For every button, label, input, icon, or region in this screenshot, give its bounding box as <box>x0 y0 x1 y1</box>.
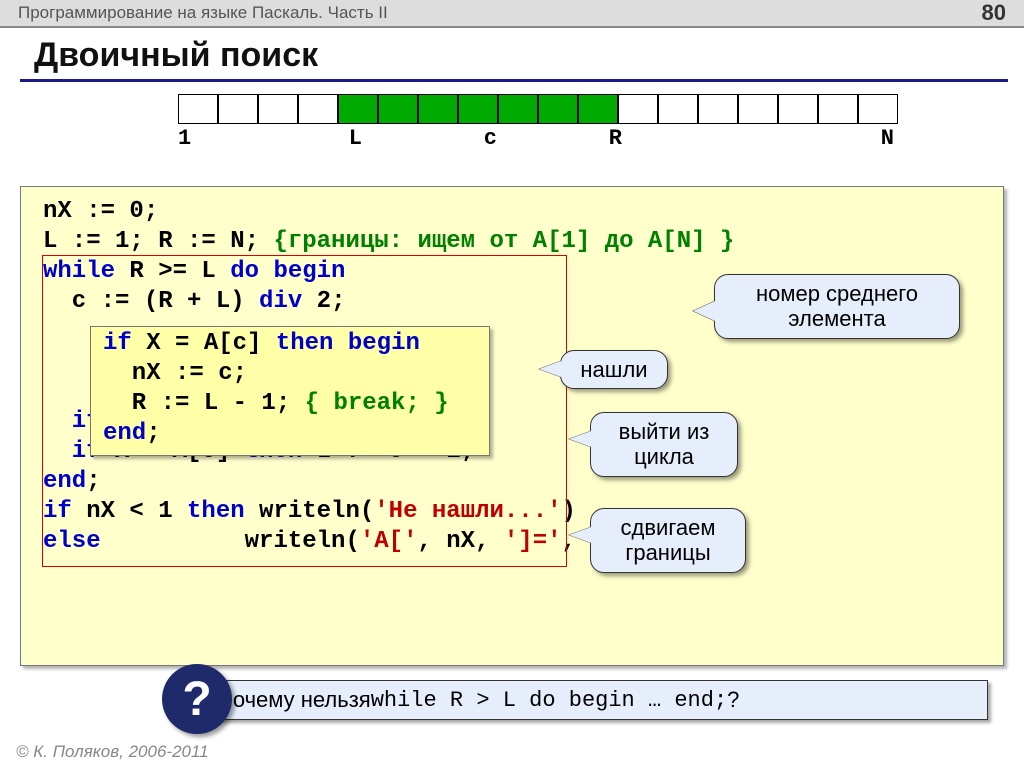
header-bar: Программирование на языке Паскаль. Часть… <box>0 0 1024 28</box>
array-cell <box>498 94 538 124</box>
callout-break: выйти из цикла <box>590 412 738 477</box>
array-cell <box>218 94 258 124</box>
array-cell <box>618 94 658 124</box>
label-R: R <box>497 126 622 151</box>
question-mark-icon: ? <box>162 664 232 734</box>
array-cell <box>538 94 578 124</box>
array-cell <box>578 94 618 124</box>
callout-middle-element: номер среднего элемента <box>714 274 960 339</box>
array-diagram: 1 L c R N <box>178 94 1024 151</box>
array-cell <box>858 94 898 124</box>
inner-code-block: if X = A[c] then begin nX := c; R := L -… <box>90 326 490 456</box>
array-cell <box>458 94 498 124</box>
array-cell <box>778 94 818 124</box>
header-left: Программирование на языке Паскаль. Часть… <box>18 3 388 23</box>
callout-bounds: сдвигаем границы <box>590 508 746 573</box>
footer-copyright: © К. Поляков, 2006-2011 <box>16 742 209 762</box>
question-code: while R > L do begin … end; <box>371 688 727 713</box>
question-bar: Почему нельзя while R > L do begin … end… <box>196 680 988 720</box>
array-cell <box>738 94 778 124</box>
question-pre: Почему нельзя <box>217 687 371 713</box>
array-cell <box>338 94 378 124</box>
label-c: c <box>362 126 497 151</box>
array-cell <box>698 94 738 124</box>
page-title: Двоичный поиск <box>34 36 1024 75</box>
label-L: L <box>204 126 362 151</box>
question-post: ? <box>727 687 739 713</box>
page-number: 80 <box>982 0 1006 26</box>
callout-found: нашли <box>560 350 668 389</box>
array-cell <box>258 94 298 124</box>
array-cell <box>818 94 858 124</box>
title-rule <box>20 79 1008 82</box>
array-cell <box>298 94 338 124</box>
array-cell <box>178 94 218 124</box>
array-cell <box>418 94 458 124</box>
label-1: 1 <box>178 126 204 151</box>
array-cell <box>658 94 698 124</box>
label-N: N <box>622 126 894 151</box>
array-cell <box>378 94 418 124</box>
